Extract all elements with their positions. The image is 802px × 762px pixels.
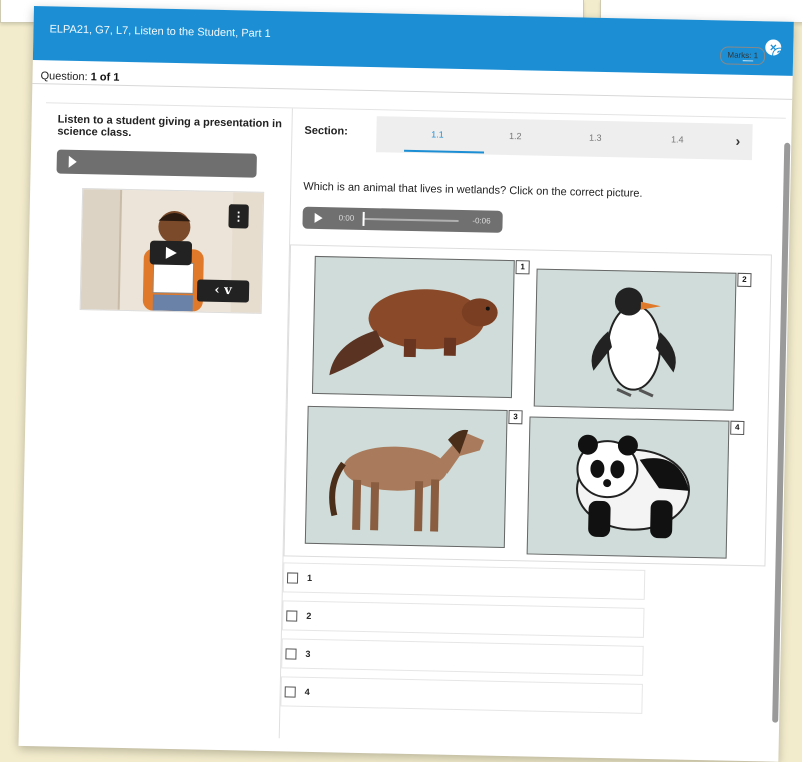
stimulus-prompt: Listen to a student giving a presentatio… [57,113,283,140]
picture-number: 4 [730,420,745,435]
stimulus-audio-player[interactable] [56,149,257,178]
question-label: Question: [40,70,88,84]
active-tab-indicator [404,149,485,154]
content-area: Listen to a student giving a presentatio… [32,102,791,749]
picture-number: 2 [737,272,752,288]
video-play-button[interactable] [149,240,193,266]
tab-1-2[interactable]: 1.2 [490,131,540,142]
question-audio-player[interactable]: 0:00 -0:06 [302,206,503,233]
answer-option-frame [280,676,643,714]
item-pane: Section: 1.1 1.2 1.3 1.4 › Which is an a… [280,108,791,748]
answer-checkbox-4[interactable] [284,686,296,698]
video-menu-icon[interactable]: ⋮ [228,204,249,229]
answer-label-3: 3 [305,648,311,659]
tab-1-1[interactable]: 1.1 [412,129,462,140]
picture-option-2[interactable]: 2 [533,268,752,411]
picture-option-3[interactable]: 3 [304,405,523,548]
panda-icon [576,434,690,539]
answer-option-2[interactable]: 2 [281,600,645,638]
answer-option-frame [282,562,646,600]
penguin-icon [591,287,676,398]
tab-1-3[interactable]: 1.3 [570,132,620,143]
video-player[interactable]: ⋮ ‹ v [79,188,265,314]
clip-current-time: 0:00 [338,213,355,223]
beaver-icon [329,289,498,376]
question-counter: 1 of 1 [90,71,120,84]
answer-label-1: 1 [306,572,313,583]
clip-play-icon[interactable] [314,212,323,224]
answer-option-1[interactable]: 1 [282,562,646,600]
answer-checkbox-1[interactable] [286,572,299,584]
test-window: ELPA21, G7, L7, Listen to the Student, P… [18,6,794,762]
picture-option-4[interactable]: 4 [526,416,745,559]
clip-progress-thumb[interactable] [362,211,365,226]
picture-option-1[interactable]: 1 [311,255,530,399]
answer-option-3[interactable]: 3 [281,638,644,676]
clip-progress-track[interactable] [362,217,459,222]
answer-option-frame [281,600,645,638]
marks-badge: Marks: 1 [720,46,766,66]
answer-option-4[interactable]: 4 [280,676,643,714]
answer-option-frame [281,638,644,676]
vertical-scrollbar[interactable] [772,142,791,723]
answer-checkbox-2[interactable] [286,610,298,622]
picture-grid: 1 2 3 4 [283,244,772,567]
clip-remaining-time: -0:06 [472,216,491,226]
horse-icon [329,429,484,532]
play-icon[interactable] [68,155,77,168]
answer-checkbox-3[interactable] [285,648,297,660]
answer-label-4: 4 [304,686,310,697]
vimeo-logo-icon[interactable]: ‹ v [196,279,250,303]
section-label: Section: [304,124,348,138]
picture-number: 1 [515,260,530,275]
window-title: ELPA21, G7, L7, Listen to the Student, P… [49,23,271,40]
answer-label-2: 2 [306,610,312,621]
tab-1-4[interactable]: 1.4 [652,134,702,145]
picture-number: 3 [508,410,523,425]
next-tab-chevron-icon[interactable]: › [735,133,740,149]
section-tabs: 1.1 1.2 1.3 1.4 › [376,116,753,161]
question-text: Which is an animal that lives in wetland… [303,180,643,200]
stimulus-pane: Listen to a student giving a presentatio… [32,103,293,739]
